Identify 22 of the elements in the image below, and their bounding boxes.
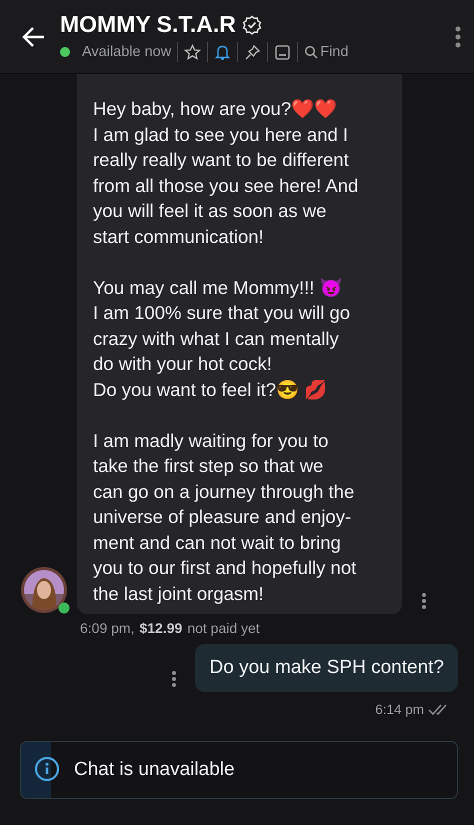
message-time: 6:14 pm — [375, 702, 424, 717]
avatar[interactable] — [20, 566, 68, 614]
contact-name: MOMMY S.T.A.R — [60, 11, 236, 38]
status-text: Available now — [82, 44, 172, 60]
message-text: I am madly waiting for you to take the first step so that we can go on a journey through the universe of pleasure and enjoy- ment and can not wait to bring you to our first and hopefully not the last joint orgasm! — [93, 428, 358, 606]
banner-text: Chat is unavailable — [74, 759, 235, 781]
message-bubble: Do you make SPH content? — [194, 644, 458, 692]
more-icon[interactable] — [454, 24, 462, 48]
message-time: 6:09 pm, — [80, 620, 134, 636]
bell-icon[interactable] — [214, 44, 232, 60]
message-text: You may call me Mommy!!! 😈 I am 100% sure that you will go crazy with what I can mentally do with your hot cock! Do you want to feel it?😎 💋 — [93, 276, 352, 402]
pin-icon[interactable] — [244, 44, 262, 60]
payment-status: not paid yet — [187, 620, 260, 636]
more-icon[interactable] — [170, 670, 177, 688]
more-icon[interactable] — [421, 592, 427, 610]
star-icon[interactable] — [184, 44, 202, 60]
image-icon[interactable] — [274, 44, 292, 60]
find-button[interactable]: Find — [304, 44, 348, 60]
message-text: Hey baby, how are you?❤❤ I am glad to see you here and I really really want to be different from all those you see here! And you will feel it as soon as we start communication! — [93, 97, 360, 248]
message-price: $12.99 — [139, 620, 182, 636]
info-icon — [34, 756, 60, 782]
search-icon — [304, 45, 318, 59]
